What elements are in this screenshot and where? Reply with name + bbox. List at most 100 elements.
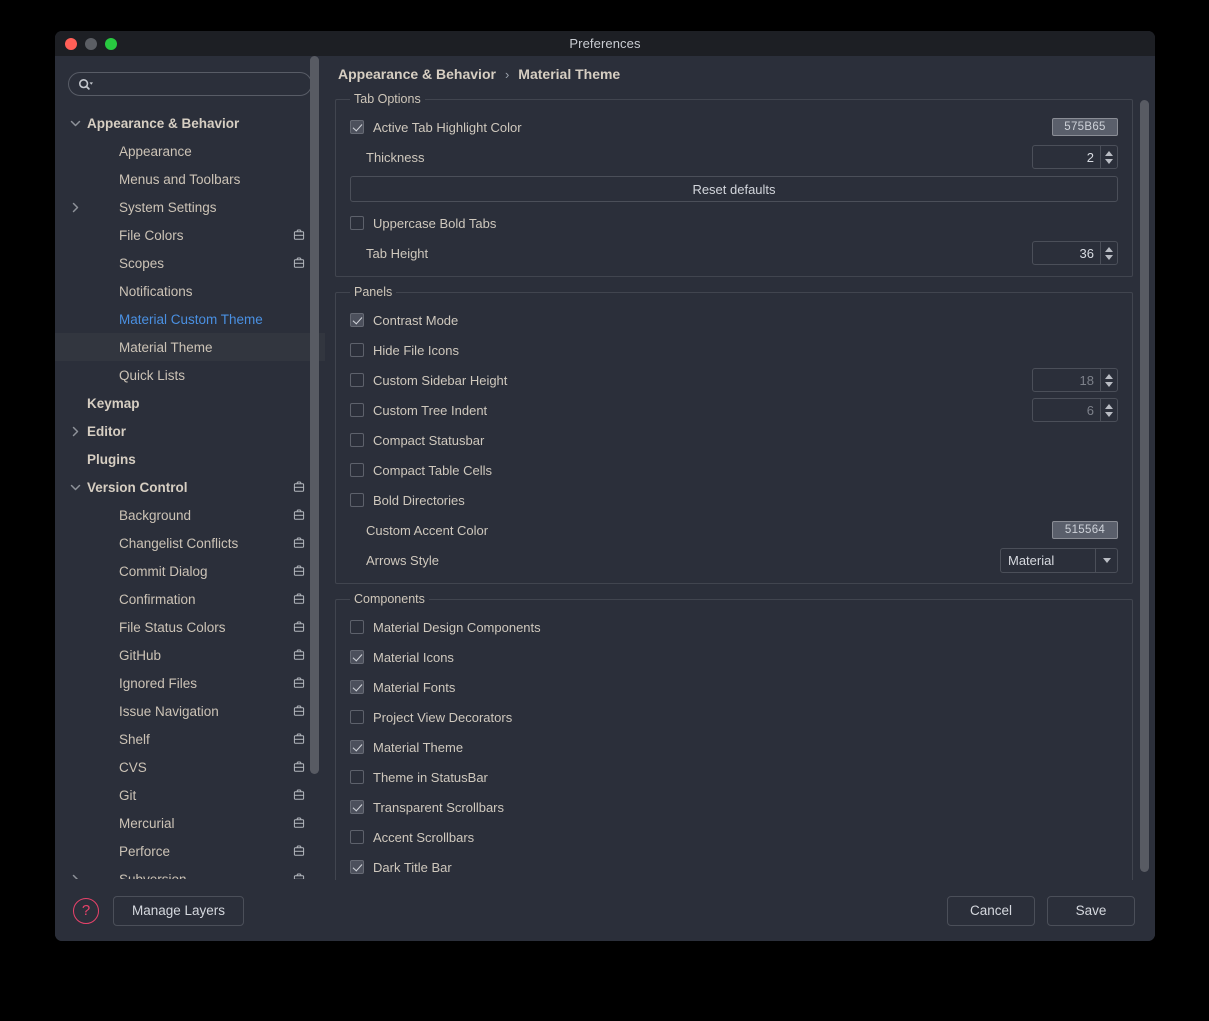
color-swatch-active-tab-highlight-color[interactable]: 575B65	[1052, 118, 1118, 136]
sidebar-item-keymap[interactable]: Keymap	[55, 389, 325, 417]
main-scrollbar[interactable]	[1140, 92, 1149, 880]
sidebar-item-shelf[interactable]: Shelf	[55, 725, 325, 753]
sidebar-item-git[interactable]: Git	[55, 781, 325, 809]
spinner-arrows[interactable]	[1100, 369, 1117, 391]
preferences-window: Preferences Appearance & BehaviorAppear	[55, 31, 1155, 941]
spinner-tab-height[interactable]: 36	[1032, 241, 1118, 265]
spinner-arrows[interactable]	[1100, 146, 1117, 168]
breadcrumb-parent[interactable]: Appearance & Behavior	[338, 66, 496, 82]
spinner-arrows[interactable]	[1100, 242, 1117, 264]
main-scrollbar-thumb[interactable]	[1140, 100, 1149, 872]
checkbox-material-icons[interactable]	[350, 650, 364, 664]
sidebar-item-confirmation[interactable]: Confirmation	[55, 585, 325, 613]
minimize-window-icon[interactable]	[85, 37, 97, 50]
checkbox-compact-table-cells[interactable]	[350, 463, 364, 477]
spinner-value[interactable]: 6	[1033, 399, 1100, 421]
sidebar-item-menus-and-toolbars[interactable]: Menus and Toolbars	[55, 165, 325, 193]
spinner-arrows[interactable]	[1100, 399, 1117, 421]
checkbox-hide-file-icons[interactable]	[350, 343, 364, 357]
search-input[interactable]	[97, 76, 302, 92]
spinner-value[interactable]: 18	[1033, 369, 1100, 391]
checkbox-compact-statusbar[interactable]	[350, 433, 364, 447]
save-button[interactable]: Save	[1047, 895, 1135, 926]
checkbox-dark-title-bar[interactable]	[350, 860, 364, 874]
project-scope-briefcase-icon	[291, 229, 307, 241]
sidebar-item-label: Confirmation	[119, 591, 196, 607]
sidebar-item-material-custom-theme[interactable]: Material Custom Theme	[55, 305, 325, 333]
sidebar-item-version-control[interactable]: Version Control	[55, 473, 325, 501]
spinner-down-icon[interactable]	[1105, 254, 1113, 260]
spinner-custom-sidebar-height[interactable]: 18	[1032, 368, 1118, 392]
sidebar-item-editor[interactable]: Editor	[55, 417, 325, 445]
sidebar-item-mercurial[interactable]: Mercurial	[55, 809, 325, 837]
chevron-right-icon[interactable]	[67, 874, 83, 879]
checkbox-material-fonts[interactable]	[350, 680, 364, 694]
checkbox-theme-in-statusbar[interactable]	[350, 770, 364, 784]
project-scope-briefcase-icon	[291, 705, 307, 717]
spinner-up-icon[interactable]	[1105, 373, 1113, 379]
sidebar-item-scopes[interactable]: Scopes	[55, 249, 325, 277]
sidebar-item-background[interactable]: Background	[55, 501, 325, 529]
sidebar-item-label: Shelf	[119, 731, 150, 747]
checkbox-bold-directories[interactable]	[350, 493, 364, 507]
sidebar-scrollbar[interactable]	[310, 56, 319, 826]
sidebar-item-system-settings[interactable]: System Settings	[55, 193, 325, 221]
checkbox-custom-tree-indent[interactable]	[350, 403, 364, 417]
sidebar-item-notifications[interactable]: Notifications	[55, 277, 325, 305]
group-legend: Panels	[354, 285, 393, 299]
sidebar-item-file-colors[interactable]: File Colors	[55, 221, 325, 249]
checkbox-contrast-mode[interactable]	[350, 313, 364, 327]
checkbox-material-design-components[interactable]	[350, 620, 364, 634]
sidebar-item-material-theme[interactable]: Material Theme	[55, 333, 325, 361]
spinner-thickness[interactable]: 2	[1032, 145, 1118, 169]
setting-row-project-view-decorators: Project View Decorators	[350, 702, 1118, 732]
sidebar-item-github[interactable]: GitHub	[55, 641, 325, 669]
close-window-icon[interactable]	[65, 37, 77, 50]
zoom-window-icon[interactable]	[105, 37, 117, 50]
spinner-up-icon[interactable]	[1105, 150, 1113, 156]
sidebar-item-appearance-behavior[interactable]: Appearance & Behavior	[55, 109, 325, 137]
cancel-button[interactable]: Cancel	[947, 895, 1035, 926]
reset-defaults-button[interactable]: Reset defaults	[350, 176, 1118, 202]
checkbox-material-theme[interactable]	[350, 740, 364, 754]
window-title: Preferences	[569, 36, 641, 51]
sidebar-item-issue-navigation[interactable]: Issue Navigation	[55, 697, 325, 725]
sidebar-item-subversion[interactable]: Subversion	[55, 865, 325, 879]
chevron-down-icon[interactable]	[67, 482, 83, 493]
chevron-down-icon[interactable]	[67, 118, 83, 129]
search-box[interactable]	[68, 72, 312, 96]
sidebar-item-file-status-colors[interactable]: File Status Colors	[55, 613, 325, 641]
setting-row-tab-height: Tab Height 36	[350, 238, 1118, 268]
manage-layers-button[interactable]: Manage Layers	[113, 895, 245, 926]
spinner-up-icon[interactable]	[1105, 403, 1113, 409]
checkbox-project-view-decorators[interactable]	[350, 710, 364, 724]
checkbox-uppercase-bold-tabs[interactable]	[350, 216, 364, 230]
color-swatch-custom-accent-color[interactable]: 515564	[1052, 521, 1118, 539]
spinner-down-icon[interactable]	[1105, 411, 1113, 417]
help-icon[interactable]: ?	[73, 897, 99, 924]
spinner-down-icon[interactable]	[1105, 158, 1113, 164]
dropdown-arrows-style[interactable]: Material	[1000, 547, 1118, 573]
label-tab-height: Tab Height	[366, 245, 429, 261]
sidebar-item-plugins[interactable]: Plugins	[55, 445, 325, 473]
sidebar-item-perforce[interactable]: Perforce	[55, 837, 325, 865]
sidebar-scrollbar-thumb[interactable]	[310, 56, 319, 774]
sidebar-item-appearance[interactable]: Appearance	[55, 137, 325, 165]
spinner-up-icon[interactable]	[1105, 246, 1113, 252]
spinner-value[interactable]: 36	[1033, 242, 1100, 264]
chevron-right-icon[interactable]	[67, 202, 83, 213]
spinner-value[interactable]: 2	[1033, 146, 1100, 168]
chevron-down-icon[interactable]	[1095, 548, 1117, 572]
checkbox-transparent-scrollbars[interactable]	[350, 800, 364, 814]
spinner-custom-tree-indent[interactable]: 6	[1032, 398, 1118, 422]
sidebar-item-commit-dialog[interactable]: Commit Dialog	[55, 557, 325, 585]
sidebar-item-cvs[interactable]: CVS	[55, 753, 325, 781]
checkbox-active-tab-highlight-color[interactable]	[350, 120, 364, 134]
sidebar-item-quick-lists[interactable]: Quick Lists	[55, 361, 325, 389]
checkbox-custom-sidebar-height[interactable]	[350, 373, 364, 387]
sidebar-item-ignored-files[interactable]: Ignored Files	[55, 669, 325, 697]
chevron-right-icon[interactable]	[67, 426, 83, 437]
sidebar-item-changelist-conflicts[interactable]: Changelist Conflicts	[55, 529, 325, 557]
checkbox-accent-scrollbars[interactable]	[350, 830, 364, 844]
spinner-down-icon[interactable]	[1105, 381, 1113, 387]
